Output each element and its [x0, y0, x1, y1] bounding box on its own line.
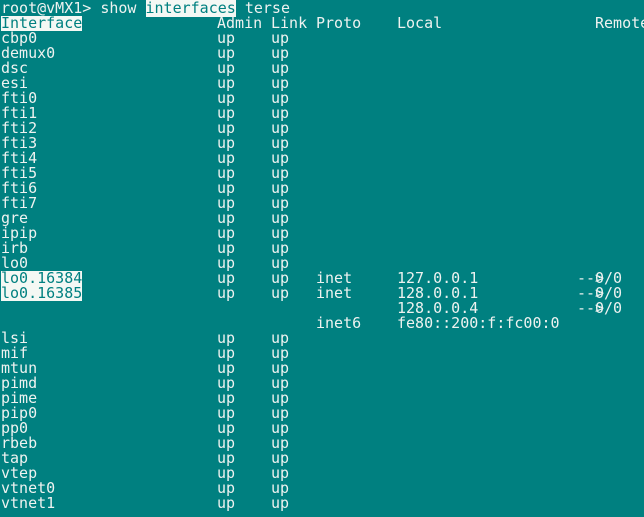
cell-link: up: [271, 284, 290, 302]
table-row: esi up up: [0, 76, 644, 91]
table-row: lo0.16385 up up inet 128.0.0.1 --> 0/0: [0, 286, 644, 301]
cell-proto: inet: [316, 284, 353, 302]
table-row: fti2 up up: [0, 121, 644, 136]
table-row: mtun up up: [0, 361, 644, 376]
table-row: cbp0 up up: [0, 31, 644, 46]
cell-name: vtnet1: [1, 494, 56, 512]
table-row: vtep up up: [0, 466, 644, 481]
header-remote: Remote: [595, 14, 644, 32]
cell-admin: up: [217, 284, 236, 302]
table-row: fti7 up up: [0, 196, 644, 211]
command-text: show: [100, 0, 146, 17]
table-row: fti3 up up: [0, 136, 644, 151]
table-row: fti5 up up: [0, 166, 644, 181]
table-row: fti0 up up: [0, 91, 644, 106]
table-row: gre up up: [0, 211, 644, 226]
table-row: pime up up: [0, 391, 644, 406]
table-row: tap up up: [0, 451, 644, 466]
table-row: fti1 up up: [0, 106, 644, 121]
table-row: demux0 up up: [0, 46, 644, 61]
table-row: pip0 up up: [0, 406, 644, 421]
table-row: rbeb up up: [0, 436, 644, 451]
table-row: irb up up: [0, 241, 644, 256]
table-header: Interface Admin Link Proto Local Remote: [0, 16, 644, 31]
table-row: pp0 up up: [0, 421, 644, 436]
table-row: inet6 fe80::200:f:fc00:0: [0, 316, 644, 331]
cell-admin: up: [217, 494, 236, 512]
header-proto: Proto: [316, 14, 362, 32]
header-local: Local: [397, 14, 443, 32]
cell-name: lo0.16385: [1, 284, 83, 302]
table-row: pimd up up: [0, 376, 644, 391]
terminal-window[interactable]: { "prompt": {"host": "root@vMX1> ", "cmd…: [0, 0, 644, 517]
cell-remote: 0/0: [595, 299, 623, 317]
table-row: dsc up up: [0, 61, 644, 76]
table-row: ipip up up: [0, 226, 644, 241]
cell-local: fe80::200:f:fc00:0: [397, 314, 560, 332]
cell-link: up: [271, 494, 290, 512]
table-row: vtnet1 up up: [0, 496, 644, 511]
table-row: mif up up: [0, 346, 644, 361]
table-row: vtnet0 up up: [0, 481, 644, 496]
table-row: fti6 up up: [0, 181, 644, 196]
cell-proto: inet6: [316, 314, 362, 332]
table-row: fti4 up up: [0, 151, 644, 166]
table-row: lsi up up: [0, 331, 644, 346]
